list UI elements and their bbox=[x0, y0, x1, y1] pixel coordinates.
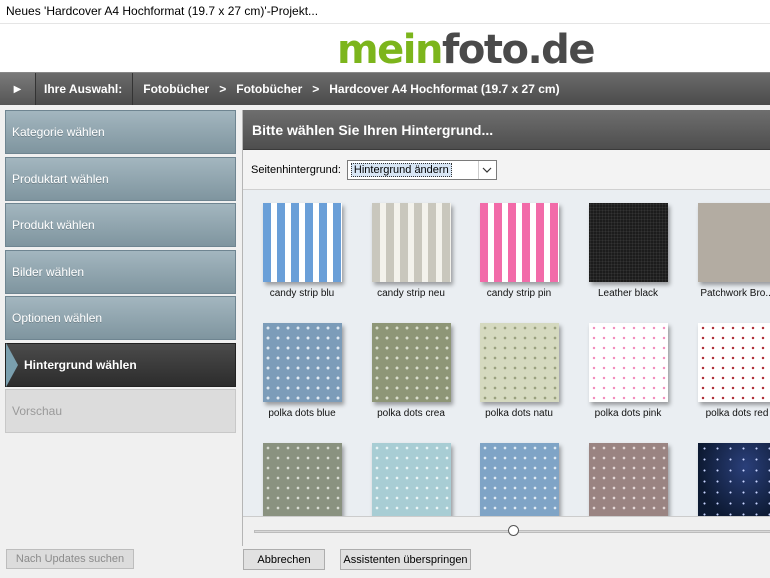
swatch-polka-dots-pink bbox=[588, 323, 668, 402]
breadcrumb-item[interactable]: Hardcover A4 Hochformat (19.7 x 27 cm) bbox=[319, 82, 559, 96]
background-select[interactable]: Hintergrund ändern bbox=[346, 159, 497, 180]
breadcrumb-item[interactable]: Fotobücher bbox=[133, 82, 209, 96]
meinfoto-logo: meinfoto.de bbox=[337, 27, 595, 73]
swatch-night-sky bbox=[697, 443, 770, 516]
background-tile[interactable]: candy strip neu bbox=[361, 203, 461, 299]
swatch-polka-dots-natu bbox=[479, 323, 559, 402]
breadcrumb-separator: > bbox=[219, 82, 227, 96]
background-grid: candy strip blu candy strip neu candy st… bbox=[243, 190, 770, 516]
background-tile[interactable]: polka dots natu bbox=[469, 323, 569, 419]
breadcrumb-toggle-button[interactable]: ▶ bbox=[0, 73, 36, 105]
sidebar-item-hintergrund[interactable]: Hintergrund wählen bbox=[5, 342, 236, 387]
swatch-candy-strip-blu bbox=[262, 203, 342, 282]
swatch-patchwork-brown bbox=[697, 203, 770, 282]
cancel-button[interactable]: Abbrechen bbox=[243, 549, 325, 570]
background-tile[interactable]: polka dots red bbox=[687, 323, 770, 419]
swatch-polka-dots-red bbox=[697, 323, 770, 402]
background-label: Seitenhintergrund: bbox=[251, 163, 341, 176]
scroll-thumb[interactable] bbox=[508, 525, 519, 536]
window-title: Neues 'Hardcover A4 Hochformat (19.7 x 2… bbox=[0, 0, 770, 24]
background-panel: Bitte wählen Sie Ihren Hintergrund... Se… bbox=[242, 110, 770, 546]
play-arrow-icon: ▶ bbox=[13, 83, 22, 95]
swatch-candy-strip-pin bbox=[479, 203, 559, 282]
sidebar-item-bilder[interactable]: Bilder wählen bbox=[5, 249, 236, 294]
swatch-pattern-turquoise bbox=[371, 443, 451, 516]
background-toolbar: Seitenhintergrund: Hintergrund ändern bbox=[243, 150, 770, 190]
skip-wizard-button[interactable]: Assistenten überspringen bbox=[340, 549, 471, 570]
background-tile[interactable] bbox=[252, 443, 352, 516]
sidebar-item-produkt[interactable]: Produkt wählen bbox=[5, 203, 236, 247]
check-updates-button: Nach Updates suchen bbox=[6, 549, 134, 569]
swatch-leather-black bbox=[588, 203, 668, 282]
background-tile[interactable]: polka dots crea bbox=[361, 323, 461, 419]
chevron-down-icon bbox=[477, 160, 496, 179]
background-tile[interactable] bbox=[687, 443, 770, 516]
swatch-pattern-blue bbox=[479, 443, 559, 516]
swatch-polka-dots-blue bbox=[262, 323, 342, 402]
breadcrumb-separator: > bbox=[312, 82, 320, 96]
logo-area: meinfoto.de bbox=[0, 24, 770, 72]
sidebar-item-kategorie[interactable]: Kategorie wählen bbox=[5, 110, 236, 154]
wizard-sidebar: Kategorie wählen Produktart wählen Produ… bbox=[5, 110, 236, 436]
background-tile[interactable] bbox=[578, 443, 678, 516]
background-tile[interactable]: candy strip blu bbox=[252, 203, 352, 299]
swatch-pattern-mauve bbox=[588, 443, 668, 516]
breadcrumb: ▶ Ihre Auswahl: Fotobücher > Fotobücher … bbox=[0, 72, 770, 105]
swatch-pattern-grey bbox=[262, 443, 342, 516]
sidebar-item-produktart[interactable]: Produktart wählen bbox=[5, 156, 236, 201]
background-tile[interactable]: polka dots pink bbox=[578, 323, 678, 419]
swatch-candy-strip-neu bbox=[371, 203, 451, 282]
panel-title: Bitte wählen Sie Ihren Hintergrund... bbox=[243, 110, 770, 150]
background-tile[interactable] bbox=[469, 443, 569, 516]
breadcrumb-item[interactable]: Fotobücher bbox=[226, 82, 302, 96]
active-marker-icon bbox=[6, 342, 18, 387]
horizontal-scrollbar[interactable] bbox=[243, 516, 770, 546]
sidebar-item-vorschau: Vorschau bbox=[5, 389, 236, 433]
breadcrumb-label: Ihre Auswahl: bbox=[36, 73, 134, 105]
swatch-polka-dots-crea bbox=[371, 323, 451, 402]
background-tile[interactable]: Patchwork Bro... bbox=[687, 203, 770, 299]
background-tile[interactable] bbox=[361, 443, 461, 516]
background-tile[interactable]: Leather black bbox=[578, 203, 678, 299]
background-tile[interactable]: candy strip pin bbox=[469, 203, 569, 299]
background-tile[interactable]: polka dots blue bbox=[252, 323, 352, 419]
sidebar-item-optionen[interactable]: Optionen wählen bbox=[5, 296, 236, 340]
